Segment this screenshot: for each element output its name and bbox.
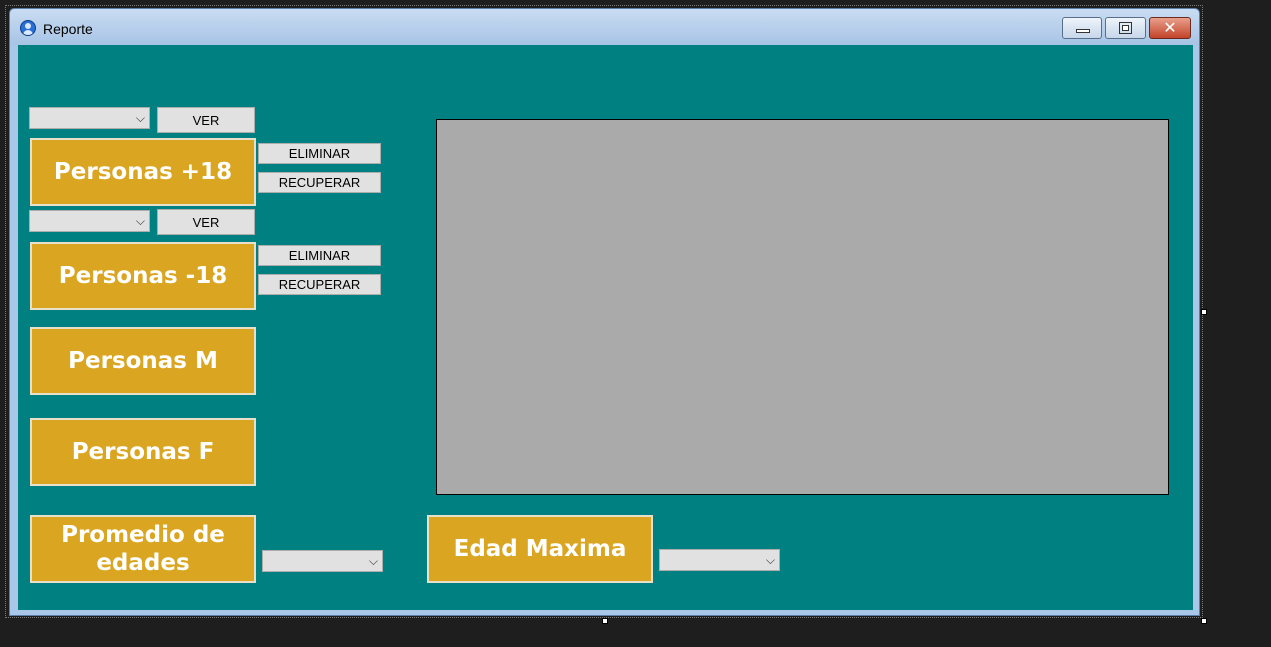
minimize-button[interactable] xyxy=(1062,17,1102,39)
edad-maxima-combo[interactable]: ⌵ xyxy=(659,549,780,571)
window-title: Reporte xyxy=(43,21,93,37)
chart-panel xyxy=(436,119,1169,495)
edad-maxima-button[interactable]: Edad Maxima xyxy=(427,515,653,583)
user-icon xyxy=(20,20,36,36)
report-window: Reporte ✕ ⌵ VER Personas +18 ELIMINAR RE… xyxy=(9,8,1200,616)
close-icon: ✕ xyxy=(1163,18,1177,37)
close-button[interactable]: ✕ xyxy=(1149,17,1191,39)
maximize-icon xyxy=(1119,22,1132,34)
chevron-down-icon: ⌵ xyxy=(765,553,775,567)
ver-mayor-button[interactable]: VER xyxy=(157,107,255,133)
personas-menor-button[interactable]: Personas -18 xyxy=(30,242,256,310)
personas-f-button[interactable]: Personas F xyxy=(30,418,256,486)
recuperar-menor-button[interactable]: RECUPERAR xyxy=(258,274,381,295)
chevron-down-icon: ⌵ xyxy=(135,111,145,125)
recuperar-mayor-button[interactable]: RECUPERAR xyxy=(258,172,381,193)
chevron-down-icon: ⌵ xyxy=(368,554,378,568)
promedio-edades-button[interactable]: Promedio de edades xyxy=(30,515,256,583)
minimize-icon xyxy=(1076,29,1090,33)
eliminar-menor-button[interactable]: ELIMINAR xyxy=(258,245,381,266)
form-client-area: ⌵ VER Personas +18 ELIMINAR RECUPERAR ⌵ … xyxy=(18,45,1193,610)
maximize-button[interactable] xyxy=(1105,17,1146,39)
resize-handle-corner[interactable] xyxy=(1201,618,1207,624)
select-mayor-combo[interactable]: ⌵ xyxy=(29,107,150,129)
promedio-combo[interactable]: ⌵ xyxy=(262,550,383,572)
title-bar[interactable]: Reporte ✕ xyxy=(10,9,1199,45)
resize-handle-bottom[interactable] xyxy=(602,618,608,624)
chevron-down-icon: ⌵ xyxy=(135,214,145,228)
eliminar-mayor-button[interactable]: ELIMINAR xyxy=(258,143,381,164)
select-menor-combo[interactable]: ⌵ xyxy=(29,210,150,232)
personas-m-button[interactable]: Personas M xyxy=(30,327,256,395)
personas-mayor-button[interactable]: Personas +18 xyxy=(30,138,256,206)
resize-handle-right[interactable] xyxy=(1201,309,1207,315)
ver-menor-button[interactable]: VER xyxy=(157,209,255,235)
